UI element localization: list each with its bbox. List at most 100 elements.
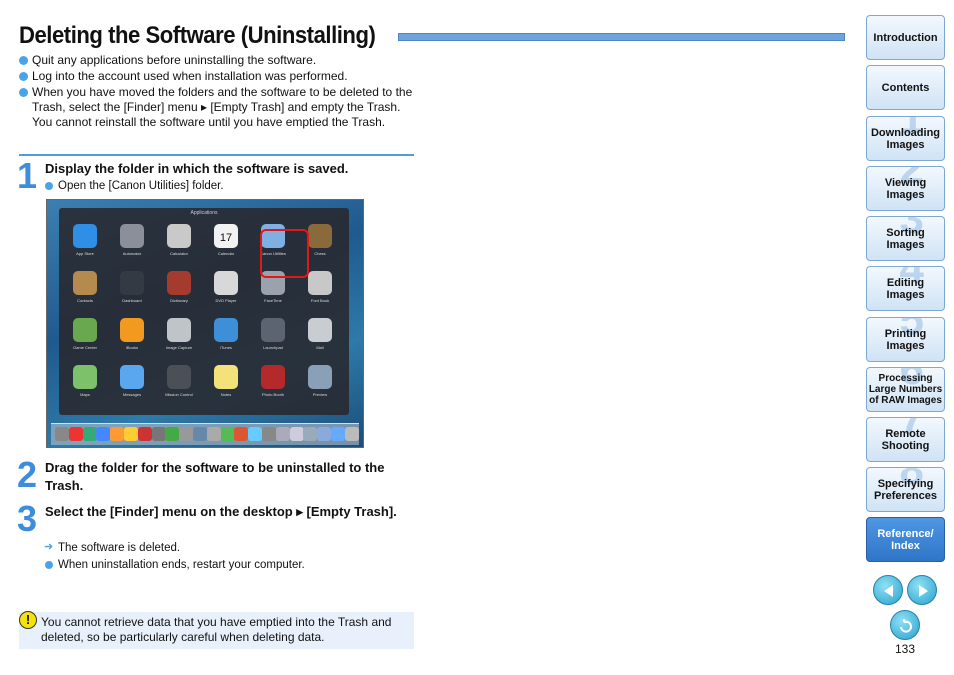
dock-icon[interactable] [220, 427, 235, 441]
dock-icon[interactable] [289, 427, 304, 441]
dock-icon[interactable] [317, 427, 332, 441]
dock-icon[interactable] [68, 427, 83, 441]
dock-icon[interactable] [165, 427, 180, 441]
dock-icon[interactable] [303, 427, 318, 441]
app-icon [167, 271, 191, 295]
dock-icon[interactable] [110, 427, 125, 441]
dock-icon[interactable] [331, 427, 345, 441]
return-button[interactable] [890, 610, 920, 640]
chapter-number: 7 [899, 417, 924, 444]
app-icon [167, 365, 191, 389]
chapter-number: 8 [899, 467, 924, 494]
app-label: FaceTime [264, 298, 282, 303]
nav-tab[interactable]: 5 Printing Images [866, 317, 945, 362]
app-icon [261, 365, 285, 389]
nav-tab-label: Processing Large Numbers of RAW Images [868, 373, 943, 406]
app-icon-item[interactable]: Maps [61, 361, 109, 407]
dock-icon[interactable] [262, 427, 276, 441]
dock-icon[interactable] [193, 427, 207, 441]
nav-tab[interactable]: Contents [866, 65, 945, 110]
nav-tab[interactable]: Introduction [866, 15, 945, 60]
app-icon-item[interactable]: Contacts [61, 267, 109, 313]
app-label: Mail [316, 345, 324, 350]
app-label: Notes [220, 392, 232, 397]
app-icon-item[interactable]: Image Capture [155, 314, 203, 360]
app-icon-item[interactable]: Messages [108, 361, 156, 407]
previous-page-button[interactable] [873, 575, 903, 605]
nav-tab[interactable]: 6 Processing Large Numbers of RAW Images [866, 367, 945, 412]
chapter-number: 3 [899, 216, 924, 243]
app-icon-item[interactable]: Mission Control [155, 361, 203, 407]
dock-icon[interactable] [82, 427, 97, 441]
chapter-number: 2 [899, 166, 924, 193]
step-text: Display the folder in which the software… [45, 161, 349, 176]
step-number: 1 [17, 155, 38, 196]
app-icon-item[interactable]: App Store [61, 220, 109, 266]
next-page-button[interactable] [907, 575, 937, 605]
nav-tab-label: Editing Images [886, 276, 925, 301]
dock-icon[interactable] [137, 427, 152, 441]
arrow-left-icon [884, 585, 893, 597]
nav-tab[interactable]: 3 Sorting Images [866, 216, 945, 261]
nav-tab[interactable]: Reference/ Index [866, 517, 945, 562]
app-label: App Store [76, 251, 94, 256]
app-icon-item[interactable]: 17 Calendar [202, 220, 250, 266]
dock-icon[interactable] [55, 427, 69, 441]
app-icon-item[interactable]: iTunes [202, 314, 250, 360]
app-icon-item[interactable]: Calculator [155, 220, 203, 266]
return-icon [900, 619, 912, 633]
nav-tab-label: Introduction [873, 31, 938, 44]
nav-tab[interactable]: 8 Specifying Preferences [866, 467, 945, 512]
app-icon-item[interactable]: Notes [202, 361, 250, 407]
dock [51, 423, 359, 445]
app-icon-item[interactable]: Photo Booth [249, 361, 297, 407]
app-icon [308, 224, 332, 248]
dock-icon[interactable] [275, 427, 290, 441]
dock-icon[interactable] [206, 427, 221, 441]
step-text: Select the [Finder] menu on the desktop … [45, 504, 397, 519]
dock-icon[interactable] [151, 427, 166, 441]
nav-tab[interactable]: 1 Downloading Images [866, 116, 945, 161]
app-icon [120, 271, 144, 295]
arrow-right-icon [919, 585, 928, 597]
app-icon-item[interactable]: Automator [108, 220, 156, 266]
app-icon-item[interactable]: Dashboard [108, 267, 156, 313]
page-number: 133 [895, 642, 916, 656]
dock-icon[interactable] [248, 427, 263, 441]
app-icon-item[interactable]: Dictionary [155, 267, 203, 313]
step-text: Drag the folder for the software to be u… [45, 460, 385, 493]
nav-tab[interactable]: 7 Remote Shooting [866, 417, 945, 462]
chapter-number: 5 [899, 317, 924, 344]
dock-icon[interactable] [234, 427, 249, 441]
step-number: 2 [17, 454, 38, 495]
app-icon-item[interactable]: Mail [296, 314, 344, 360]
app-label: Font Book [310, 298, 330, 303]
nav-tab[interactable]: 2 Viewing Images [866, 166, 945, 211]
step-substep: Open the [Canon Utilities] folder. [45, 179, 224, 193]
app-icon-item[interactable]: DVD Player [202, 267, 250, 313]
dock-icon[interactable] [124, 427, 138, 441]
nav-tab[interactable]: 4 Editing Images [866, 266, 945, 311]
app-label: Dictionary [170, 298, 188, 303]
app-icon-item[interactable]: Launchpad [249, 314, 297, 360]
app-icon [167, 318, 191, 342]
nav-tab-label: Reference/ Index [877, 527, 934, 552]
app-icon [120, 318, 144, 342]
app-label: Photo Booth [261, 392, 285, 397]
bullet-item: Log into the account used when installat… [19, 69, 414, 84]
chapter-number: 1 [899, 116, 924, 143]
app-icon [120, 224, 144, 248]
dock-icon[interactable] [344, 427, 359, 441]
nav-tab-label: Printing Images [884, 327, 927, 352]
dock-icon[interactable] [179, 427, 194, 441]
app-label: Maps [80, 392, 90, 397]
app-icon [261, 318, 285, 342]
app-label: Game Center [72, 345, 97, 350]
app-icon-item[interactable]: iBooks [108, 314, 156, 360]
caution-icon: ! [19, 611, 37, 629]
app-icon [73, 365, 97, 389]
app-icon-item[interactable]: Game Center [61, 314, 109, 360]
app-icon-item[interactable]: Preview [296, 361, 344, 407]
dock-icon[interactable] [96, 427, 111, 441]
app-icon: 17 [214, 224, 238, 248]
